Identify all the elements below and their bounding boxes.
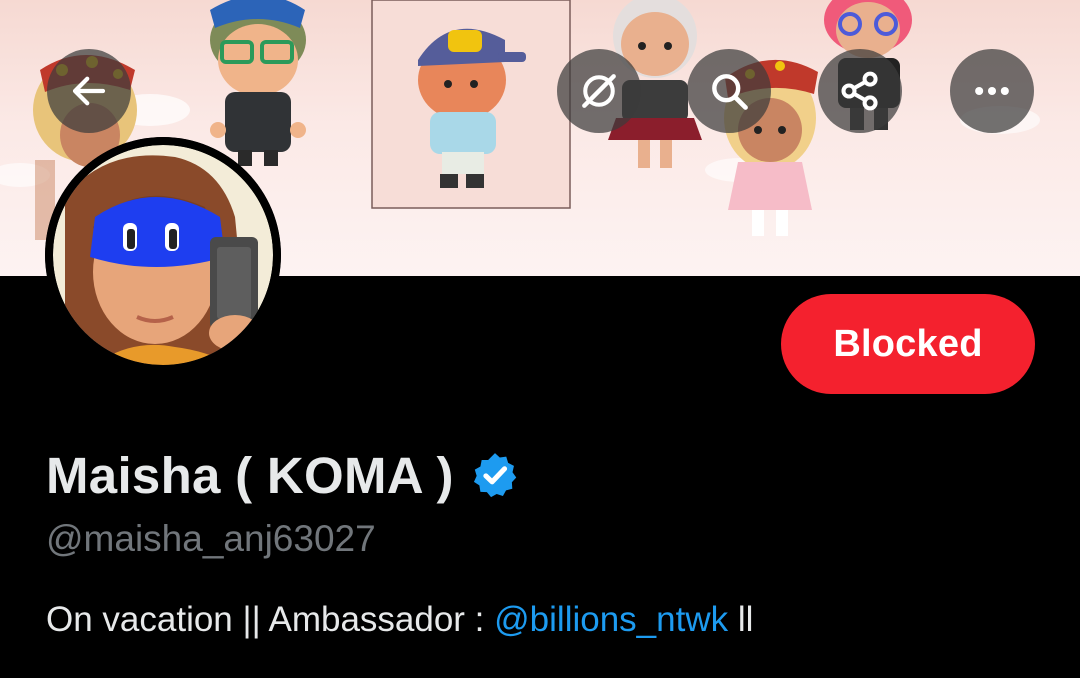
display-name: Maisha ( KOMA ) <box>46 446 454 504</box>
verified-badge-icon[interactable] <box>470 450 520 500</box>
avatar-image <box>45 137 281 373</box>
user-handle: @maisha_anj63027 <box>46 518 376 559</box>
bio-mention-link[interactable]: @billions_ntwk <box>494 600 728 639</box>
grok-icon <box>582 74 616 108</box>
bio-text: On vacation || Ambassador : <box>46 600 495 639</box>
search-icon <box>712 74 748 110</box>
blocked-button[interactable]: Blocked <box>781 294 1035 394</box>
avatar[interactable] <box>45 137 281 373</box>
profile-bio: On vacation || Ambassador : @billions_nt… <box>46 600 753 640</box>
more-options-button[interactable] <box>950 49 1034 133</box>
share-icon <box>841 71 878 111</box>
bio-text-suffix: ll <box>728 600 754 639</box>
share-button[interactable] <box>818 49 902 133</box>
more-horizontal-icon <box>975 86 1009 96</box>
search-button[interactable] <box>687 49 771 133</box>
display-name-row: Maisha ( KOMA ) <box>46 440 520 510</box>
profile-page: Blocked Maisha ( KOMA ) @maisha_anj63027… <box>0 0 1080 678</box>
back-button[interactable] <box>47 49 131 133</box>
grok-button[interactable] <box>557 49 641 133</box>
arrow-left-icon <box>72 76 106 106</box>
